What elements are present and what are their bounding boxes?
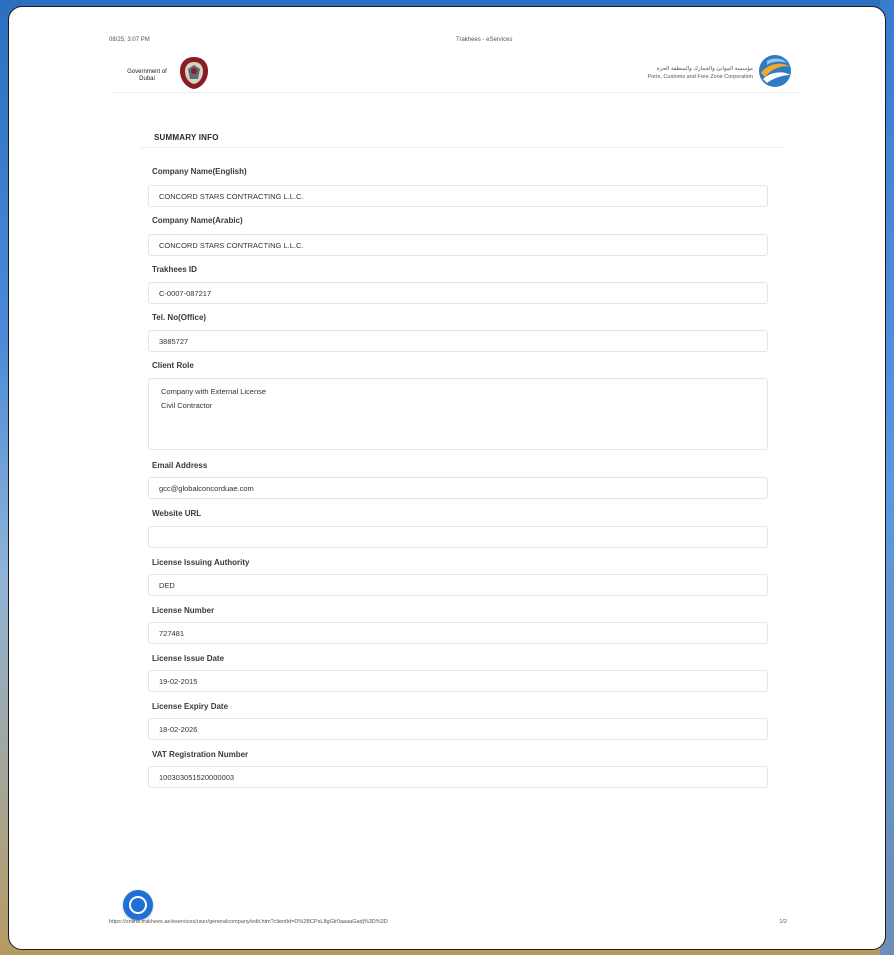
emblem-icon (180, 57, 208, 89)
government-text: Government of Dubai (127, 69, 167, 82)
email-address-field[interactable]: gcc@globalconcorduae.com (148, 477, 768, 499)
tel-office-field[interactable]: 3885727 (148, 330, 768, 352)
license-issuing-authority-field[interactable]: DED (148, 574, 768, 596)
tel-office-value: 3885727 (159, 337, 189, 346)
print-date: 08/25, 3:07 PM (109, 37, 150, 43)
website-url-label: Website URL (152, 509, 202, 518)
print-header: 08/25, 3:07 PM Trakhees - eServices (109, 37, 785, 51)
pcfc-english: Ports, Customs and Free Zone Corporation (647, 74, 753, 80)
government-of-dubai-logo: Government of Dubai (121, 55, 231, 91)
tel-office-label: Tel. No(Office) (152, 313, 207, 322)
chat-button[interactable] (123, 890, 153, 920)
license-issue-date-field[interactable]: 19-02-2015 (148, 670, 768, 692)
vat-registration-number-value: 100303051520000003 (159, 773, 235, 782)
company-name-english-field[interactable]: CONCORD STARS CONTRACTING L.L.C. (148, 185, 768, 207)
license-expiry-date-value: 18-02-2026 (159, 725, 198, 734)
print-title: Trakhees - eServices (456, 37, 513, 43)
header-banner: Government of Dubai مؤسسة الموانئ والجما… (111, 51, 801, 93)
vat-registration-number-field[interactable]: 100303051520000003 (148, 766, 768, 788)
pcfc-arabic: مؤسسة الموانئ والجمارك والمنطقة الحرة (656, 66, 753, 72)
email-address-label: Email Address (152, 461, 208, 470)
trakhees-id-field[interactable]: C-0007-087217 (148, 282, 768, 304)
divider (141, 147, 785, 148)
client-role-field[interactable]: Company with External License Civil Cont… (148, 378, 768, 450)
trakhees-id-label: Trakhees ID (152, 265, 197, 274)
client-role-line-1: Company with External License (161, 387, 267, 396)
page-url: https://online.trakhees.ae/eservices/use… (109, 919, 388, 925)
license-issuing-authority-label: License Issuing Authority (152, 558, 250, 567)
chat-icon (129, 896, 147, 914)
company-name-english-label: Company Name(English) (152, 167, 247, 176)
license-issue-date-label: License Issue Date (152, 654, 225, 663)
client-role-line-2: Civil Contractor (161, 401, 213, 410)
license-issuing-authority-value: DED (159, 581, 175, 590)
website-url-field[interactable] (148, 526, 768, 548)
company-name-arabic-field[interactable]: CONCORD STARS CONTRACTING L.L.C. (148, 234, 768, 256)
email-address-value: gcc@globalconcorduae.com (159, 484, 254, 493)
license-expiry-date-label: License Expiry Date (152, 702, 229, 711)
license-issue-date-value: 19-02-2015 (159, 677, 198, 686)
globe-logo-icon (759, 55, 791, 87)
client-role-label: Client Role (152, 361, 194, 370)
company-name-english-value: CONCORD STARS CONTRACTING L.L.C. (159, 192, 304, 201)
page-number: 1/2 (779, 919, 787, 925)
vat-registration-number-label: VAT Registration Number (152, 750, 249, 759)
license-number-label: License Number (152, 606, 215, 615)
trakhees-id-value: C-0007-087217 (159, 289, 212, 298)
license-number-value: 727481 (159, 629, 185, 638)
printed-page: 08/25, 3:07 PM Trakhees - eServices Gove… (8, 6, 886, 950)
company-name-arabic-value: CONCORD STARS CONTRACTING L.L.C. (159, 241, 304, 250)
section-title: SUMMARY INFO (154, 133, 219, 142)
pcfc-text: مؤسسة الموانئ والجمارك والمنطقة الحرة Po… (648, 65, 753, 81)
license-number-field[interactable]: 727481 (148, 622, 768, 644)
print-footer: https://online.trakhees.ae/eservices/use… (109, 919, 787, 931)
pcfc-logo: مؤسسة الموانئ والجمارك والمنطقة الحرة Po… (611, 53, 801, 91)
company-name-arabic-label: Company Name(Arabic) (152, 216, 243, 225)
license-expiry-date-field[interactable]: 18-02-2026 (148, 718, 768, 740)
